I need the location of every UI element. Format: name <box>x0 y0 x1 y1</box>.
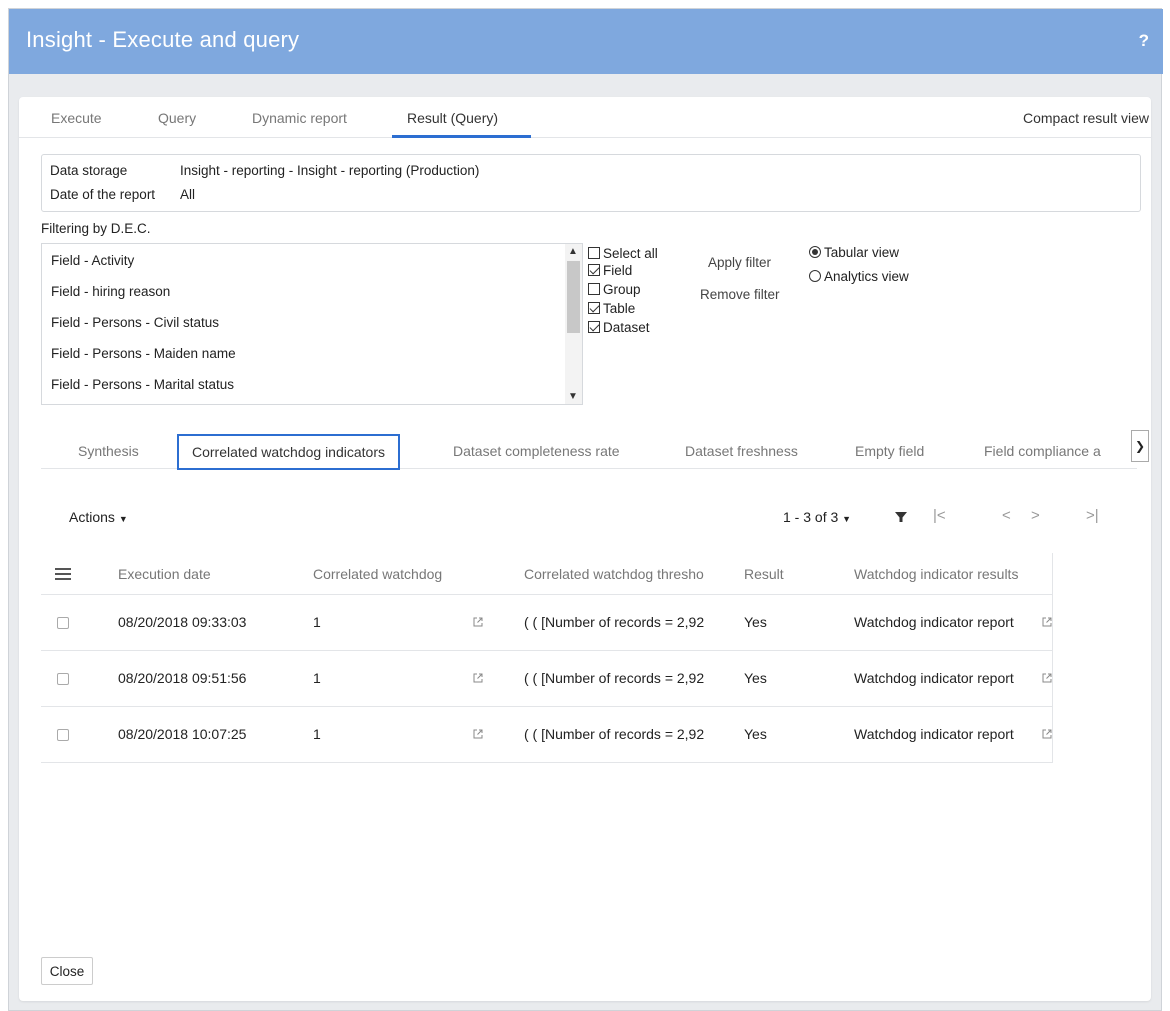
prev-page-icon[interactable]: < <box>1002 507 1011 524</box>
threshold-cell: ( ( [Number of records = 2,92 <box>524 726 705 742</box>
external-link-icon[interactable] <box>472 728 484 740</box>
tab-field-compliance[interactable]: Field compliance a <box>984 443 1101 459</box>
compact-result-view-link[interactable]: Compact result view <box>1023 110 1149 126</box>
column-header-correlated-watchdog[interactable]: Correlated watchdog <box>313 566 442 582</box>
filter-icon[interactable] <box>894 510 908 524</box>
watchdog-report-link[interactable]: Watchdog indicator report <box>854 726 1014 742</box>
external-link-icon[interactable] <box>1041 672 1053 684</box>
remove-filter-button[interactable]: Remove filter <box>700 287 780 302</box>
external-link-icon[interactable] <box>1041 616 1053 628</box>
tab-synthesis[interactable]: Synthesis <box>78 443 139 459</box>
pager-dropdown[interactable]: 1 - 3 of 3 ▼ <box>783 509 851 525</box>
help-icon[interactable]: ? <box>1139 31 1149 51</box>
caret-down-icon: ▼ <box>118 514 128 524</box>
correlated-watchdog-cell: 1 <box>313 614 321 630</box>
results-grid: Execution date Correlated watchdog Corre… <box>41 553 1053 763</box>
report-date-label: Date of the report <box>50 187 156 202</box>
scrollbar-thumb[interactable] <box>567 261 580 333</box>
dec-listbox[interactable]: Field - Activity Field - hiring reason F… <box>41 243 583 405</box>
checkbox-box[interactable] <box>588 264 600 276</box>
checkbox-box[interactable] <box>588 321 600 333</box>
tab-dataset-freshness[interactable]: Dataset freshness <box>685 443 798 459</box>
list-item[interactable]: Field - Activity <box>51 253 134 268</box>
threshold-cell: ( ( [Number of records = 2,92 <box>524 614 705 630</box>
row-checkbox[interactable] <box>57 729 69 741</box>
correlated-watchdog-cell: 1 <box>313 726 321 742</box>
radio-dot[interactable] <box>809 246 821 258</box>
tab-empty-field[interactable]: Empty field <box>855 443 924 459</box>
dialog: Insight - Execute and query ? Execute Qu… <box>8 8 1163 1011</box>
chevron-up-icon[interactable]: ▲ <box>568 246 578 257</box>
close-button[interactable]: Close <box>41 957 93 985</box>
data-storage-value: Insight - reporting - Insight - reportin… <box>180 163 480 178</box>
filter-label: Filtering by D.E.C. <box>41 221 151 236</box>
tabular-view-radio[interactable]: Tabular view <box>809 245 899 260</box>
title-bar: Insight - Execute and query ? <box>9 9 1163 74</box>
row-checkbox[interactable] <box>57 673 69 685</box>
dataset-checkbox[interactable]: Dataset <box>588 321 650 335</box>
group-checkbox[interactable]: Group <box>588 283 641 297</box>
threshold-cell: ( ( [Number of records = 2,92 <box>524 670 705 686</box>
column-header-watchdog-indicator-results[interactable]: Watchdog indicator results <box>854 566 1018 582</box>
field-checkbox[interactable]: Field <box>588 264 632 278</box>
result-cell: Yes <box>744 670 767 686</box>
actions-dropdown[interactable]: Actions ▼ <box>69 509 128 525</box>
external-link-icon[interactable] <box>472 672 484 684</box>
table-row[interactable]: 08/20/2018 09:33:03 1 ( ( [Number of rec… <box>41 595 1053 651</box>
select-all-checkbox[interactable]: Select all <box>588 247 658 261</box>
watchdog-report-link[interactable]: Watchdog indicator report <box>854 614 1014 630</box>
first-page-icon[interactable]: |< <box>933 507 946 524</box>
row-checkbox[interactable] <box>57 617 69 629</box>
execution-date-cell: 08/20/2018 10:07:25 <box>118 726 247 742</box>
table-checkbox[interactable]: Table <box>588 302 635 316</box>
correlated-watchdog-cell: 1 <box>313 670 321 686</box>
checkbox-box[interactable] <box>588 247 600 259</box>
menu-icon[interactable] <box>55 568 71 580</box>
last-page-icon[interactable]: >| <box>1086 507 1099 524</box>
checkbox-box[interactable] <box>588 283 600 295</box>
next-page-icon[interactable]: > <box>1031 507 1040 524</box>
chevron-right-icon[interactable]: ❯ <box>1131 430 1149 462</box>
external-link-icon[interactable] <box>472 616 484 628</box>
tab-correlated-watchdog-indicators[interactable]: Correlated watchdog indicators <box>177 434 400 470</box>
watchdog-report-link[interactable]: Watchdog indicator report <box>854 670 1014 686</box>
list-item[interactable]: Field - Persons - Civil status <box>51 315 219 330</box>
table-row[interactable]: 08/20/2018 10:07:25 1 ( ( [Number of rec… <box>41 707 1053 763</box>
column-header-watchdog-threshold[interactable]: Correlated watchdog thresho <box>524 566 729 582</box>
execution-date-cell: 08/20/2018 09:51:56 <box>118 670 247 686</box>
report-date-value: All <box>180 187 196 202</box>
tab-result-query[interactable]: Result (Query) <box>407 110 498 126</box>
table-row[interactable]: 08/20/2018 09:51:56 1 ( ( [Number of rec… <box>41 651 1053 707</box>
result-cell: Yes <box>744 726 767 742</box>
chevron-down-icon[interactable]: ▼ <box>568 391 578 402</box>
list-item[interactable]: Field - hiring reason <box>51 284 170 299</box>
list-item[interactable]: Field - Persons - Maiden name <box>51 346 236 361</box>
tab-dataset-completeness-rate[interactable]: Dataset completeness rate <box>453 443 620 459</box>
tab-execute[interactable]: Execute <box>51 110 102 126</box>
grid-header-row: Execution date Correlated watchdog Corre… <box>41 553 1053 595</box>
tab-query[interactable]: Query <box>158 110 196 126</box>
tab-overflow-clip: Field compliance a <box>960 434 1126 469</box>
execution-date-cell: 08/20/2018 09:33:03 <box>118 614 247 630</box>
report-info-box: Data storage Insight - reporting - Insig… <box>41 154 1141 212</box>
data-storage-label: Data storage <box>50 163 128 178</box>
radio-dot[interactable] <box>809 270 821 282</box>
column-header-execution-date[interactable]: Execution date <box>118 566 211 582</box>
main-tabs: Execute Query Dynamic report Result (Que… <box>19 97 1151 138</box>
column-header-result[interactable]: Result <box>744 566 784 582</box>
analytics-view-radio[interactable]: Analytics view <box>809 269 909 284</box>
listbox-scrollbar[interactable]: ▲ ▼ <box>565 244 582 404</box>
tab-dynamic-report[interactable]: Dynamic report <box>252 110 347 126</box>
apply-filter-button[interactable]: Apply filter <box>708 255 771 270</box>
result-subtabs: Synthesis Correlated watchdog indicators… <box>41 430 1149 470</box>
checkbox-box[interactable] <box>588 302 600 314</box>
external-link-icon[interactable] <box>1041 728 1053 740</box>
active-tab-indicator <box>392 135 531 138</box>
list-item[interactable]: Field - Persons - Marital status <box>51 377 234 392</box>
result-cell: Yes <box>744 614 767 630</box>
window-title: Insight - Execute and query <box>26 27 300 52</box>
caret-down-icon: ▼ <box>842 514 852 524</box>
main-panel: Execute Query Dynamic report Result (Que… <box>19 97 1151 1001</box>
